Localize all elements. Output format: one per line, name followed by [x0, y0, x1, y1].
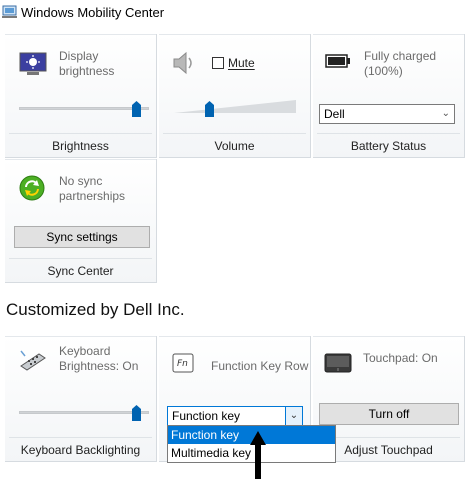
keyboard-status: Keyboard Brightness: On — [59, 344, 139, 373]
chevron-down-icon: ⌄ — [441, 108, 450, 119]
mute-label[interactable]: Mute — [228, 56, 255, 71]
touchpad-icon — [324, 353, 352, 373]
touchpad-turn-off-button[interactable]: Turn off — [319, 403, 459, 425]
annotation-arrow-icon — [250, 431, 266, 479]
mute-checkbox[interactable] — [212, 57, 224, 69]
mobility-center-icon — [2, 5, 17, 18]
power-plan-select[interactable]: Dell ⌄ — [319, 104, 455, 124]
sync-tile: No sync partnerships Sync settings Sync … — [5, 159, 157, 283]
fn-key-icon: Fn — [172, 353, 194, 373]
keyboard-label: Keyboard Backlighting — [20, 443, 141, 457]
brightness-label: Brightness — [52, 139, 109, 153]
keyboard-tile: Keyboard Brightness: On Keyboard Backlig… — [5, 336, 157, 462]
touchpad-status: Touchpad: On — [363, 351, 438, 365]
fnrow-status: Function Key Row — [211, 359, 309, 373]
battery-tile: Fully charged (100%) Dell ⌄ Battery Stat… — [313, 34, 465, 158]
fnrow-select[interactable]: Function key ⌄ — [167, 406, 303, 426]
volume-tile: Mute Volume — [159, 34, 311, 158]
display-brightness-icon — [19, 52, 47, 75]
battery-label: Battery Status — [350, 139, 427, 153]
volume-slider-thumb[interactable] — [205, 101, 214, 117]
svg-text:Fn: Fn — [177, 359, 188, 369]
volume-label: Volume — [214, 139, 255, 153]
sync-label: Sync Center — [47, 264, 114, 278]
battery-icon — [325, 54, 350, 68]
battery-status: Fully charged (100%) — [364, 49, 437, 78]
speaker-icon — [173, 51, 192, 75]
sync-icon — [19, 175, 45, 201]
brightness-slider-thumb[interactable] — [132, 101, 141, 117]
title-bar: Windows Mobility Center — [2, 2, 164, 22]
window-title: Windows Mobility Center — [21, 4, 165, 20]
chevron-down-icon[interactable]: ⌄ — [285, 407, 302, 425]
power-plan-value: Dell — [324, 107, 345, 121]
fnrow-value: Function key — [172, 409, 241, 423]
brightness-status: Display brightness — [59, 49, 115, 78]
keyboard-slider-thumb[interactable] — [132, 405, 141, 421]
sync-settings-button[interactable]: Sync settings — [14, 226, 150, 248]
section-title: Customized by Dell Inc. — [6, 300, 185, 319]
keyboard-icon — [20, 350, 46, 371]
volume-slider[interactable] — [174, 101, 296, 117]
brightness-tile: Display brightness Brightness — [5, 34, 157, 158]
sync-status: No sync partnerships — [59, 174, 126, 203]
brightness-slider[interactable] — [19, 101, 149, 117]
keyboard-brightness-slider[interactable] — [19, 405, 149, 421]
